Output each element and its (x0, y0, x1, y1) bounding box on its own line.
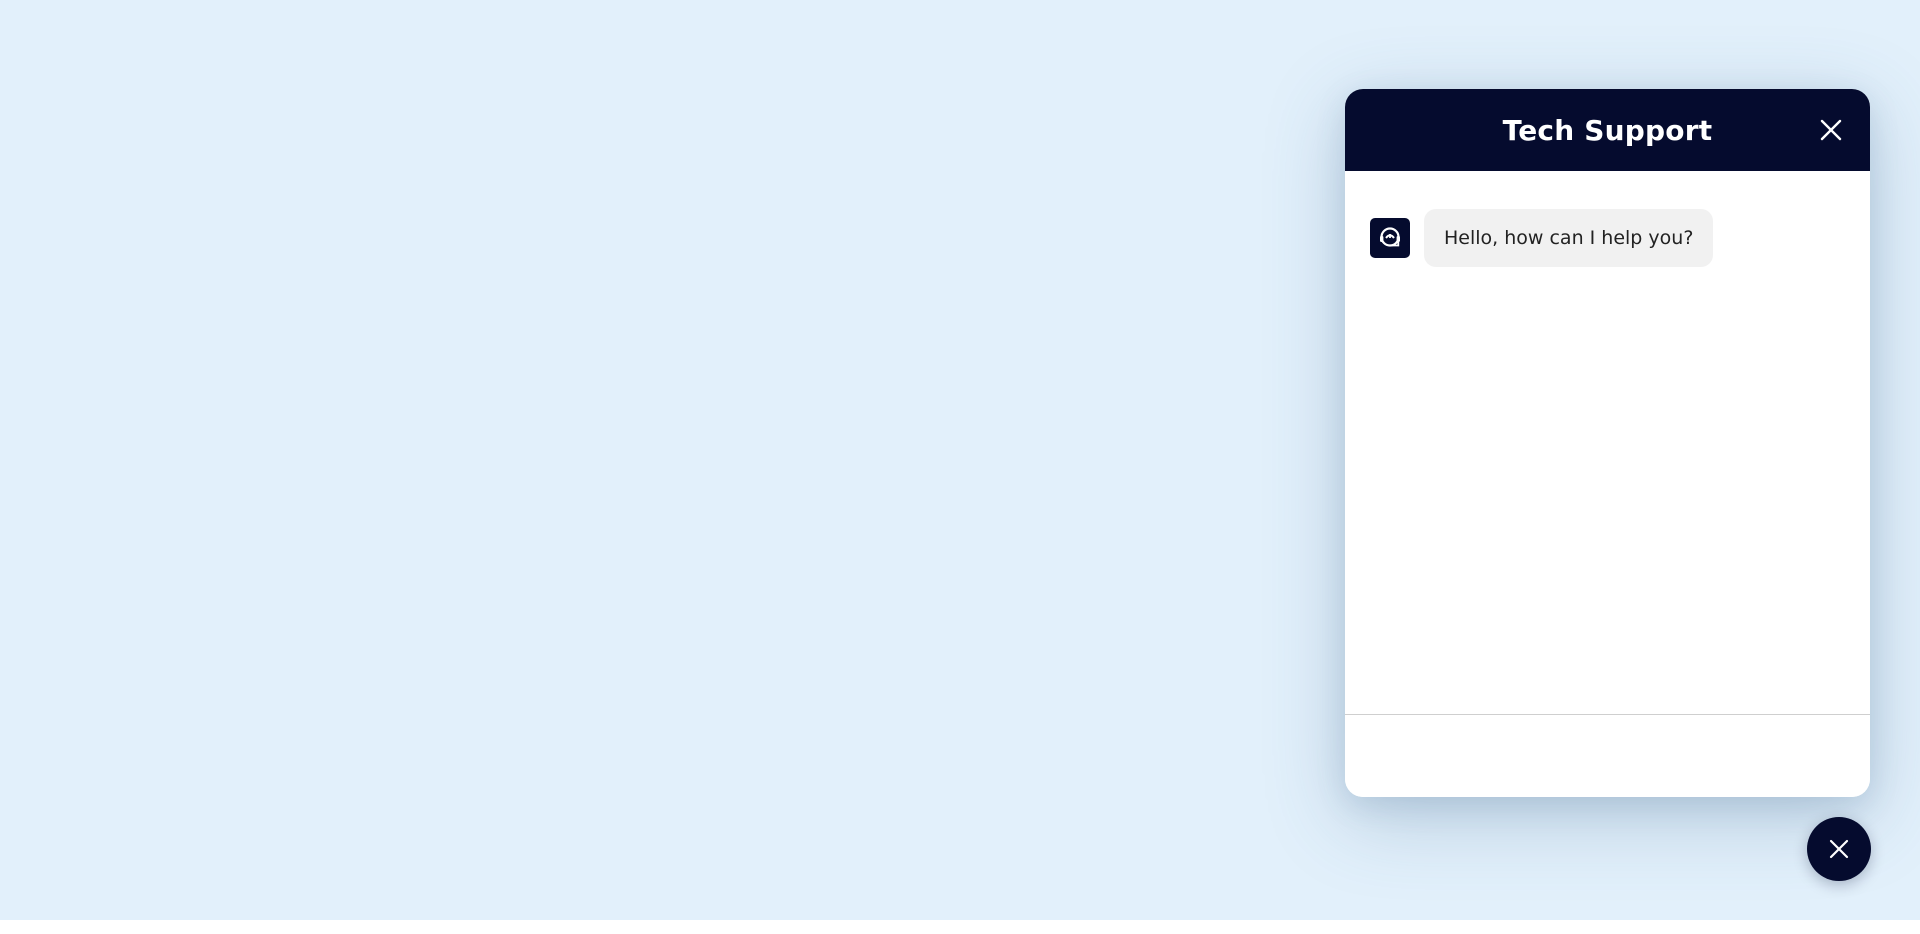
message-input[interactable] (1345, 715, 1870, 797)
chat-header: Tech Support (1345, 89, 1870, 171)
chat-messages-area[interactable]: Hello, how can I help you? (1345, 171, 1870, 714)
close-icon (1829, 839, 1849, 859)
chat-input-bar (1345, 714, 1870, 797)
agent-avatar (1370, 218, 1410, 258)
chat-window: Tech Support Hello, how can I help you? (1345, 89, 1870, 797)
agent-message: Hello, how can I help you? (1370, 209, 1714, 267)
close-chat-button[interactable] (1814, 113, 1848, 147)
headset-support-icon (1380, 227, 1400, 247)
close-icon (1820, 119, 1842, 141)
chat-title: Tech Support (1502, 113, 1713, 147)
message-bubble: Hello, how can I help you? (1424, 209, 1714, 267)
chat-launcher-button[interactable] (1807, 817, 1871, 881)
